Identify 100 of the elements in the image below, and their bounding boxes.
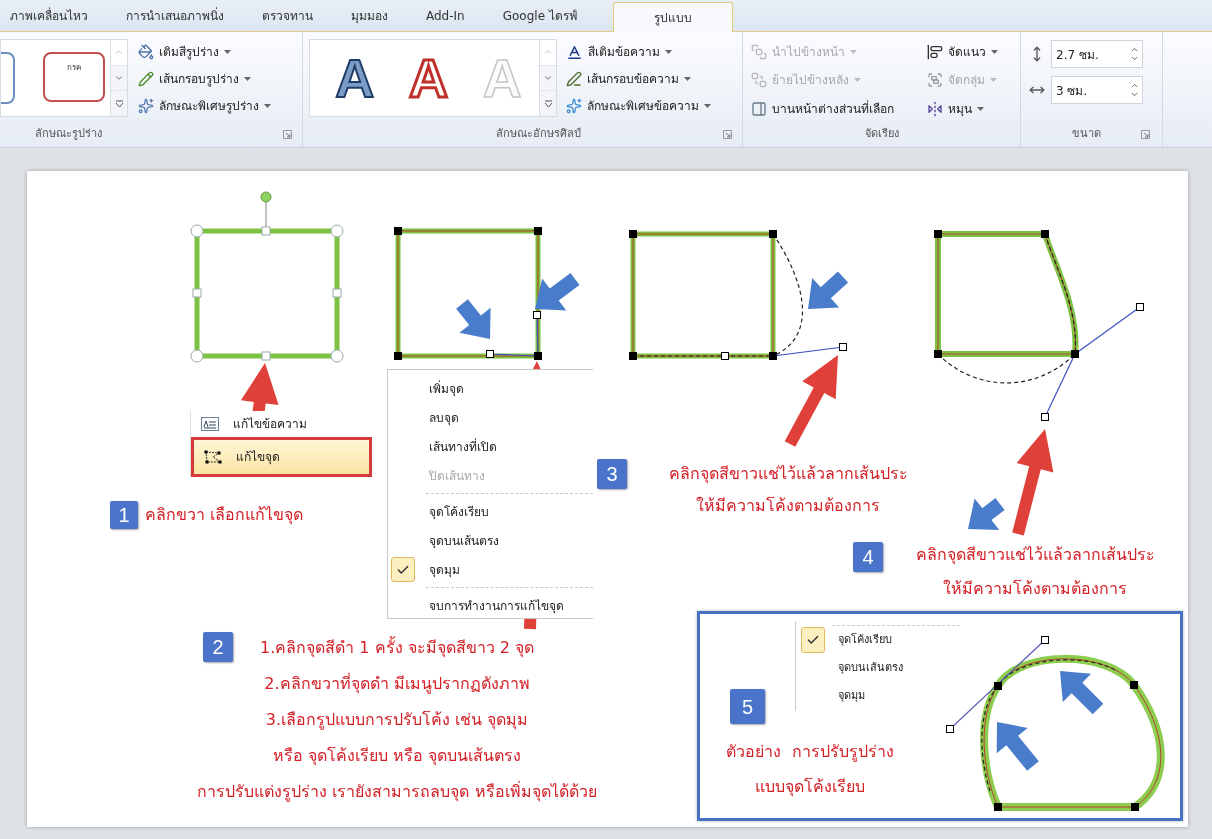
menu-item[interactable]: แก้ไขข้อความ [191,411,372,437]
instruction-text: 1.คลิกจุดสีดำ 1 ครั้ง จะมีจุดสีขาว 2 จุด [259,635,535,660]
caret-icon [264,104,271,108]
group-label: ขนาด [1071,125,1101,142]
send-backward-icon [751,72,767,89]
ribbon-command[interactable]: ลักษณะพิเศษข้อความ [564,94,713,118]
menu-item[interactable]: จบการทำงานการแก้ไขจุด [388,591,593,620]
instruction-text: ให้มีความโค้งตามต้องการ [696,495,880,517]
spin-up-icon[interactable] [1130,45,1139,54]
shape-style-sample[interactable]: กรค [43,52,105,102]
pencil-icon [138,71,154,87]
group-label: ลักษณะอักษรศิลป์ [495,125,581,142]
width-field[interactable]: 3 ซม. [1051,76,1143,104]
menu-item[interactable]: แก้ไขจุด [191,437,372,477]
instruction-text: คลิกขวา เลือกแก้ไขจุด [145,504,304,527]
caret-icon [977,106,984,111]
instruction-text: การปรับแต่งรูปร่าง เรายังสามารถลบจุด หรือเพิ่มจุดได้ด้วย [197,780,597,804]
step-number: 1 [110,501,138,529]
wordart-style-gallery[interactable]: A A A [309,39,557,117]
menu-item[interactable]: จุดบนเส้นตรง [796,654,960,682]
pointer-arrow [535,273,580,311]
caret-icon [665,50,672,54]
pane-icon [751,100,767,117]
caret-icon [224,50,231,54]
menu-item[interactable]: จุดมุม [388,555,593,584]
instruction-text: หรือ จุดโค้งเรียบ หรือ จุดบนเส้นตรง [272,745,522,768]
ribbon-tab[interactable]: การนำเสนอภาพนิ่ง [124,1,226,31]
ribbon-command[interactable]: ลักษณะพิเศษรูปร่าง [136,94,273,118]
step-number: 2 [203,632,233,662]
caret-icon [684,77,691,81]
pointer-arrow [1060,671,1104,715]
ribbon-tab[interactable]: ภาพเคลื่อนไหว [8,1,90,31]
spin-up-icon[interactable] [1130,81,1139,90]
pointer-arrow [996,722,1039,771]
caret-icon [990,78,997,83]
gallery-more-button[interactable] [540,91,556,116]
more-icon [114,99,124,108]
shape-style-sample[interactable] [1,52,15,104]
menu-item[interactable]: เพิ่มจุด [388,374,593,403]
check-mark [391,557,415,582]
instruction-text: ให้มีความโค้งตามต้องการ [943,578,1127,600]
dialog-launcher-icon[interactable] [283,129,292,139]
ribbon-command[interactable]: สีเติมข้อความ [564,40,713,64]
ribbon-command[interactable]: เติมสีรูปร่าง [136,40,273,64]
menu-item[interactable]: ลบจุด [388,403,593,432]
ribbon-tab[interactable]: Google ไดรฟ์ [500,1,579,31]
step-number: 5 [730,689,765,724]
step-number: 4 [853,542,883,572]
group-label: ลักษณะรูปร่าง [35,125,102,142]
group-label: จัดเรียง [864,125,899,142]
spin-down-icon[interactable] [1130,54,1139,63]
paint-bucket-icon [138,44,154,60]
wordart-style-sample[interactable]: A [409,51,448,105]
pointer-arrow [968,498,1005,530]
instruction-text: แบบจุดโค้งเรียบ [755,776,865,799]
bring-forward-icon [751,44,767,60]
menu-item[interactable]: จุดบนเส้นตรง [388,526,593,555]
dialog-launcher-icon[interactable] [1141,129,1150,139]
pointer-arrow [808,271,849,309]
caret-icon [991,50,998,54]
menu-item[interactable]: จุดมุม [796,682,960,710]
caret-icon [854,78,861,83]
align-icon [927,44,943,60]
ribbon-tab[interactable]: มุมมอง [349,1,390,31]
menu-item[interactable]: จุดโค้งเรียบ [796,626,960,654]
text-color-icon [566,43,583,61]
chevron-down-icon [543,73,553,83]
sparkles-icon [566,98,582,114]
sparkles-icon [138,98,154,114]
spin-down-icon[interactable] [1130,90,1139,99]
instruction-text: ตัวอย่าง การปรับรูปร่าง [726,741,894,764]
caret-icon [850,50,857,54]
ribbon-tab[interactable]: ตรวจทาน [260,1,315,31]
shape-style-gallery[interactable]: กรค [0,39,128,117]
dialog-launcher-icon[interactable] [723,129,732,139]
instruction-text: คลิกจุดสีขาวแช่ไว้แล้วลากเส้นประ [915,544,1155,567]
menu-item[interactable]: จุดโค้งเรียบ [388,497,593,526]
caret-icon [244,77,251,81]
menu-item[interactable]: เส้นทางที่เปิด [388,432,593,461]
text-box-icon [201,417,219,431]
check-mark [801,627,825,653]
instruction-text: 2.คลิกขวาที่จุดดำ มีเมนูปรากฏดังภาพ [264,672,530,696]
pointer-arrow [456,299,491,339]
height-field[interactable]: 2.7 ซม. [1051,40,1143,68]
group-icon [927,72,943,89]
ribbon-command[interactable]: เส้นกรอบข้อความ [564,67,713,91]
rotate-icon [927,100,943,117]
ribbon-command[interactable]: เส้นกรอบรูปร่าง [136,67,273,91]
ribbon-command[interactable]: จัดแนว [925,40,1020,64]
caret-icon [704,104,711,108]
ribbon-tab[interactable]: รูปแบบ [612,2,733,32]
instruction-text: คลิกจุดสีขาวแช่ไว้แล้วลากเส้นประ [668,463,908,486]
instruction-text: 3.เลือกรูปแบบการปรับโค้ง เช่น จุดมุม [265,709,529,732]
ribbon-command[interactable]: บานหน้าต่างส่วนที่เลือก [749,96,925,121]
pen-icon [566,71,582,87]
gallery-more-button[interactable] [111,91,127,116]
more-icon [543,99,553,108]
ribbon-tab[interactable]: Add-In [424,1,467,31]
ribbon-command[interactable]: หมุน [925,96,1020,121]
edit-points-icon [204,450,222,464]
